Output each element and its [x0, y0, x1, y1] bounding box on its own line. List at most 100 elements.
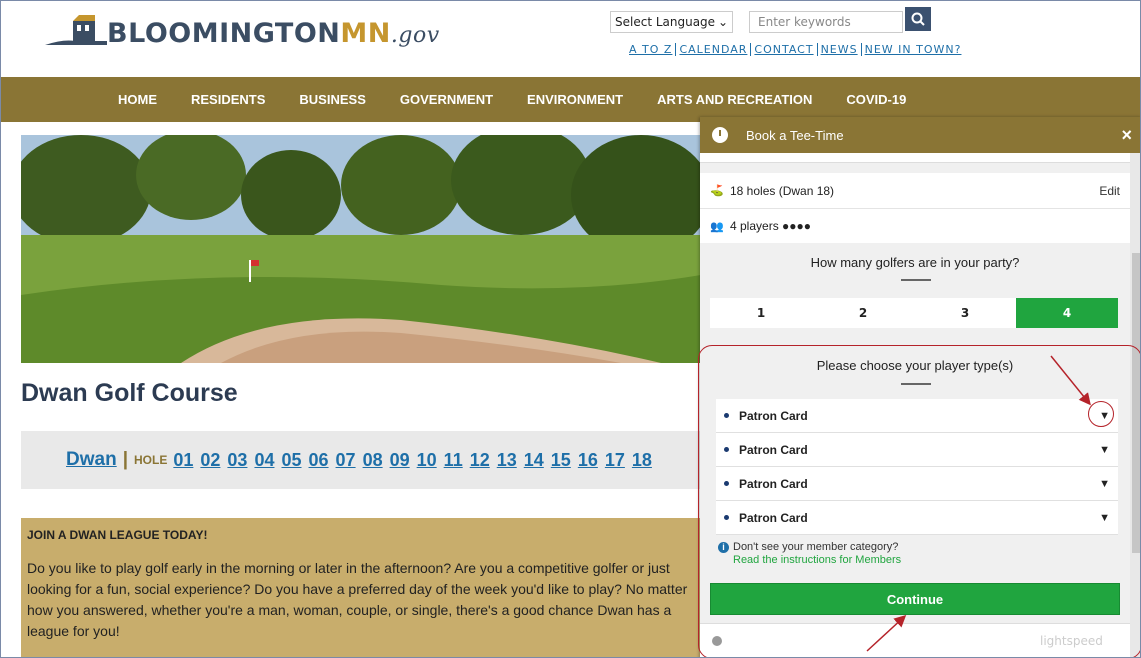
league-heading: JOIN A DWAN LEAGUE TODAY! [27, 528, 208, 542]
holes-summary: 18 holes (Dwan 18) [730, 183, 835, 198]
chevron-down-icon[interactable]: ▼ [1099, 410, 1110, 422]
close-button[interactable]: × [1121, 125, 1132, 146]
hole-link[interactable]: 14 [524, 450, 544, 471]
golfer-count-selector: 1 2 3 4 [710, 298, 1118, 328]
member-instructions-link[interactable]: Read the instructions for Members [733, 554, 901, 566]
modal-footer: lightspeed [700, 623, 1130, 657]
nav-arts-recreation[interactable]: ARTS AND RECREATION [657, 92, 812, 107]
utility-links: A TO Z CALENDAR CONTACT NEWS NEW IN TOWN… [626, 43, 964, 56]
count-option-3[interactable]: 3 [914, 298, 1016, 328]
hole-link[interactable]: 16 [578, 450, 598, 471]
link-new-in-town[interactable]: NEW IN TOWN? [862, 43, 965, 56]
player-type-select[interactable]: Patron Card ▼ [700, 467, 1130, 501]
hole-link[interactable]: 01 [173, 450, 193, 471]
league-panel: JOIN A DWAN LEAGUE TODAY! Do you like to… [21, 518, 701, 657]
count-option-1[interactable]: 1 [710, 298, 812, 328]
player-type-value: Patron Card [739, 510, 808, 525]
hole-link[interactable]: 10 [417, 450, 437, 471]
tee-time-modal: Book a Tee-Time × ⛳ 18 holes (Dwan 18) E… [700, 117, 1140, 657]
holes-row[interactable]: ⛳ 18 holes (Dwan 18) Edit [700, 173, 1130, 209]
nav-residents[interactable]: RESIDENTS [191, 92, 265, 107]
league-text: Do you like to play golf early in the mo… [27, 560, 688, 639]
hole-link[interactable]: 07 [336, 450, 356, 471]
scrollbar-thumb[interactable] [1132, 253, 1140, 553]
hole-link[interactable]: 03 [227, 450, 247, 471]
modal-header: Book a Tee-Time × [700, 117, 1140, 153]
hole-link[interactable]: 11 [444, 450, 463, 471]
hole-link[interactable]: 04 [254, 450, 274, 471]
main-nav: HOME RESIDENTS BUSINESS GOVERNMENT ENVIR… [1, 77, 1140, 122]
member-info: i Don't see your member category? Read th… [718, 541, 901, 566]
partial-row [700, 153, 1130, 163]
player-type-question: Please choose your player type(s) [816, 358, 1014, 373]
nav-home[interactable]: HOME [118, 92, 157, 107]
logo-icon [45, 15, 107, 45]
hole-link[interactable]: 08 [363, 450, 383, 471]
player-type-value: Patron Card [739, 442, 808, 457]
link-calendar[interactable]: CALENDAR [676, 43, 752, 56]
site-logo[interactable]: BLOOMINGTONMN.gov [45, 11, 440, 55]
site-header: BLOOMINGTONMN.gov Select Language ⌄ Enter… [1, 1, 1140, 77]
nav-environment[interactable]: ENVIRONMENT [527, 92, 623, 107]
modal-title: Book a Tee-Time [746, 127, 844, 143]
golfers-question: How many golfers are in your party? [810, 255, 1020, 270]
hole-link[interactable]: 15 [551, 450, 571, 471]
info-icon: i [718, 542, 729, 553]
nav-business[interactable]: BUSINESS [299, 92, 365, 107]
players-icon: 👥 [710, 220, 724, 233]
search-input[interactable]: Enter keywords [749, 11, 903, 33]
divider [901, 383, 931, 385]
hole-link[interactable]: 05 [281, 450, 301, 471]
dwan-link[interactable]: Dwan [66, 449, 117, 471]
info-text: Don't see your member category? [733, 541, 899, 553]
divider [901, 279, 931, 281]
hole-link[interactable]: 09 [390, 450, 410, 471]
chevron-down-icon: ⌄ [717, 15, 728, 29]
players-row: 👥 4 players ●●●● [700, 209, 1130, 243]
hole-label: HOLE [134, 453, 168, 467]
hole-navigation: Dwan | HOLE 01 02 03 04 05 06 07 08 09 1… [21, 431, 701, 489]
search-button[interactable] [905, 7, 931, 31]
bullet-icon [724, 413, 729, 418]
divider: | [122, 449, 129, 470]
search-icon [911, 12, 925, 26]
modal-body: ⛳ 18 holes (Dwan 18) Edit 👥 4 players ●●… [700, 153, 1130, 657]
golf-course-photo [21, 135, 701, 363]
nav-covid[interactable]: COVID-19 [846, 92, 906, 107]
hole-link[interactable]: 17 [605, 450, 625, 471]
hole-link[interactable]: 02 [200, 450, 220, 471]
chevron-down-icon[interactable]: ▼ [1099, 512, 1110, 524]
language-select[interactable]: Select Language ⌄ [610, 11, 733, 33]
chevron-down-icon[interactable]: ▼ [1099, 444, 1110, 456]
scrollbar[interactable] [1130, 153, 1140, 657]
bullet-icon [724, 447, 729, 452]
bullet-icon [724, 515, 729, 520]
link-news[interactable]: NEWS [818, 43, 862, 56]
players-summary: 4 players ●●●● [730, 219, 812, 233]
golf-flag-icon: ⛳ [710, 185, 724, 197]
hole-link[interactable]: 06 [309, 450, 329, 471]
link-contact[interactable]: CONTACT [751, 43, 818, 56]
player-type-value: Patron Card [739, 476, 808, 491]
hole-link[interactable]: 13 [497, 450, 517, 471]
hole-link[interactable]: 12 [470, 450, 490, 471]
logo-wordmark: BLOOMINGTONMN.gov [107, 17, 440, 49]
page-title: Dwan Golf Course [21, 379, 238, 407]
continue-button[interactable]: Continue [710, 583, 1120, 615]
hole-link[interactable]: 18 [632, 450, 652, 471]
clock-icon [712, 636, 722, 646]
bullet-icon [724, 481, 729, 486]
chevron-down-icon[interactable]: ▼ [1099, 478, 1110, 490]
player-type-select[interactable]: Patron Card ▼ [700, 433, 1130, 467]
player-type-value: Patron Card [739, 408, 808, 423]
link-a-to-z[interactable]: A TO Z [626, 43, 677, 56]
edit-button[interactable]: Edit [1099, 184, 1120, 198]
clock-icon [712, 127, 728, 143]
count-option-4[interactable]: 4 [1016, 298, 1118, 328]
powered-by-logo: lightspeed [1040, 634, 1103, 648]
player-type-select[interactable]: Patron Card ▼ [700, 501, 1130, 535]
nav-government[interactable]: GOVERNMENT [400, 92, 493, 107]
count-option-2[interactable]: 2 [812, 298, 914, 328]
page-frame: BLOOMINGTONMN.gov Select Language ⌄ Enter… [0, 0, 1141, 658]
player-type-select[interactable]: Patron Card ▼ [700, 399, 1130, 433]
